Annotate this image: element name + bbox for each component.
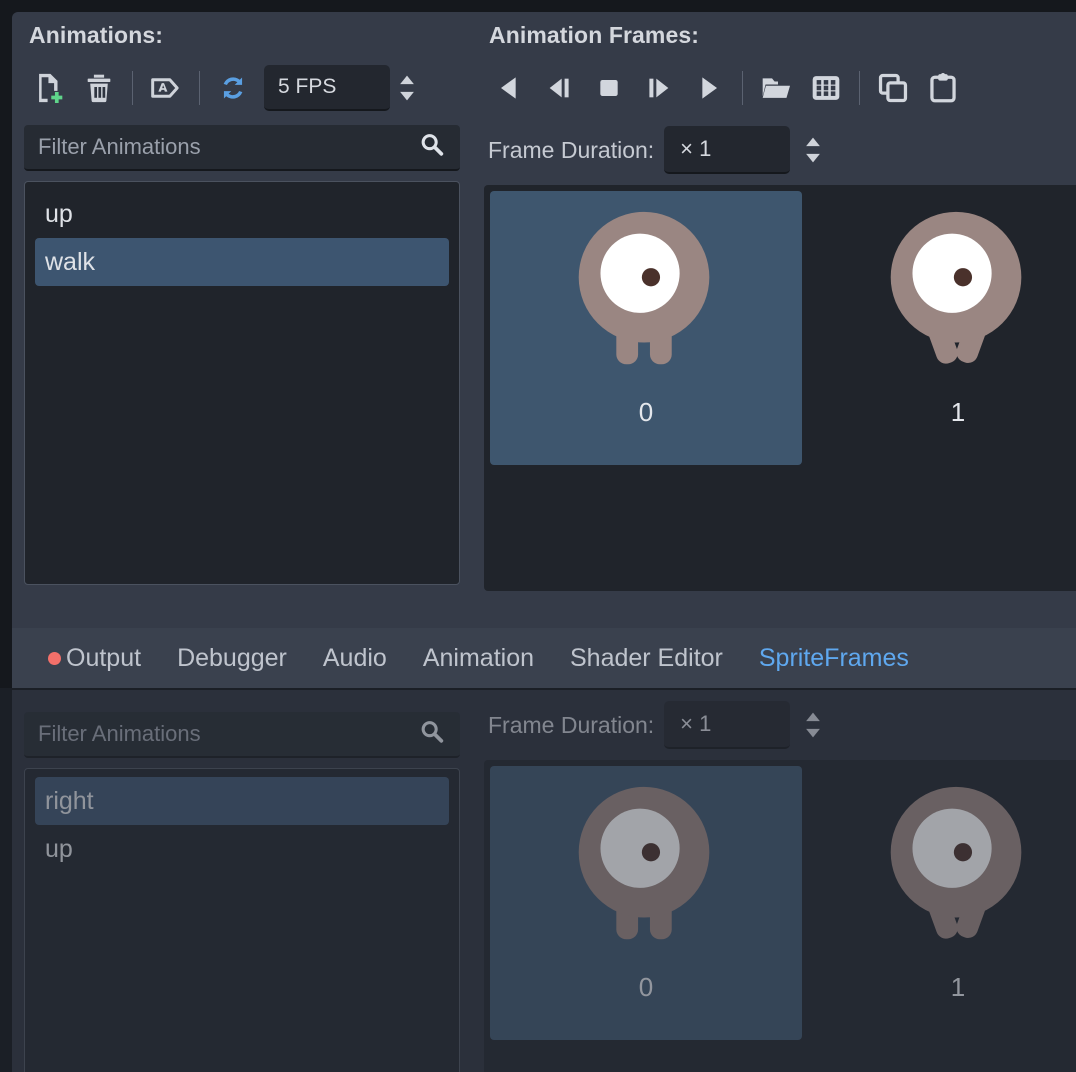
frame-index: 1 — [950, 397, 966, 427]
animation-name: right — [45, 786, 94, 815]
frames-grid[interactable]: 0 1 — [484, 185, 1076, 591]
filter-placeholder: Filter Animations — [38, 721, 201, 746]
bottom-animations-list[interactable]: right up — [24, 768, 460, 1072]
bottom-frame-duration-input[interactable]: × 1 — [664, 701, 791, 749]
bottom-dock-tabbar: Output Debugger Audio Animation Shader E… — [12, 628, 1076, 688]
frame-index: 1 — [950, 972, 966, 1002]
frame-tile[interactable]: 1 — [802, 191, 1076, 465]
animation-list-item[interactable]: up — [35, 190, 449, 238]
frame-tile-selected[interactable]: 0 — [490, 766, 802, 1040]
animations-title: Animations: — [29, 22, 163, 48]
animation-name: walk — [45, 247, 96, 276]
step-backward-icon[interactable] — [534, 66, 584, 110]
toolbar-separator — [859, 71, 860, 105]
autoplay-icon[interactable] — [141, 66, 191, 110]
tab-label: Shader Editor — [570, 643, 723, 672]
tab-audio[interactable]: Audio — [305, 628, 405, 688]
animation-list-item-selected[interactable]: walk — [35, 238, 449, 286]
toolbar-separator — [742, 71, 743, 105]
delete-animation-icon[interactable] — [74, 66, 124, 110]
animation-frames-title: Animation Frames: — [489, 22, 700, 48]
animations-filter-row: Filter Animations — [20, 125, 468, 171]
play-icon[interactable] — [684, 66, 734, 110]
frame-duration-stepper-arrows[interactable] — [800, 128, 826, 172]
frames-toolbar — [480, 63, 1076, 113]
filter-placeholder: Filter Animations — [38, 134, 201, 159]
step-forward-icon[interactable] — [634, 66, 684, 110]
tab-label: SpriteFrames — [758, 643, 909, 672]
sprite-preview — [853, 774, 1063, 970]
bottom-frames-column: Frame Duration: × 1 0 1 — [480, 700, 1076, 1072]
frame-duration-row: Frame Duration: × 1 — [480, 125, 1076, 175]
tab-label: Animation — [422, 643, 534, 672]
copy-icon[interactable] — [868, 66, 918, 110]
frame-duration-input[interactable]: × 1 — [664, 126, 791, 174]
animation-frames-column: Animation Frames: Frame Duration: × 1 0 … — [480, 22, 1076, 591]
paste-icon[interactable] — [918, 66, 968, 110]
animation-name: up — [45, 199, 73, 228]
spriteframes-editor-root: Animations: 5 FPS Filter Animations up w… — [0, 0, 1076, 1072]
bottom-frames-grid[interactable]: 0 1 — [484, 760, 1076, 1072]
tab-shader-editor[interactable]: Shader Editor — [552, 628, 741, 688]
frame-index: 0 — [638, 397, 654, 427]
animation-list-item-selected[interactable]: right — [35, 777, 449, 825]
output-indicator-dot — [48, 651, 61, 665]
toolbar-separator — [132, 71, 133, 105]
open-folder-icon[interactable] — [751, 66, 801, 110]
spriteframes-panel-active: Animations: 5 FPS Filter Animations up w… — [12, 12, 1076, 688]
tab-label: Debugger — [177, 643, 287, 672]
bottom-animations-column: Filter Animations right up — [20, 700, 468, 1072]
frame-index: 0 — [638, 972, 654, 1002]
sprite-preview — [541, 199, 751, 395]
filter-animations-input[interactable]: Filter Animations — [24, 125, 460, 171]
tab-spriteframes[interactable]: SpriteFrames — [741, 628, 927, 688]
animation-name: up — [45, 834, 73, 863]
frame-tile[interactable]: 1 — [802, 766, 1076, 1040]
bottom-filter-animations-input[interactable]: Filter Animations — [24, 712, 460, 758]
fps-input[interactable]: 5 FPS — [264, 65, 390, 111]
bottom-frame-duration-stepper-arrows[interactable] — [800, 703, 826, 747]
frame-duration-label: Frame Duration: — [488, 711, 655, 738]
tab-debugger[interactable]: Debugger — [159, 628, 305, 688]
animations-toolbar: 5 FPS — [20, 63, 468, 113]
bottom-animations-filter-row: Filter Animations — [20, 712, 468, 758]
fps-spinbox[interactable]: 5 FPS — [264, 65, 420, 111]
loop-icon[interactable] — [208, 66, 258, 110]
animations-list[interactable]: up walk — [24, 181, 460, 585]
sprite-preview — [541, 774, 751, 970]
stop-icon[interactable] — [584, 66, 634, 110]
bottom-frame-duration-row: Frame Duration: × 1 — [480, 700, 1076, 750]
new-animation-icon[interactable] — [24, 66, 74, 110]
tab-output[interactable]: Output — [30, 628, 159, 688]
tab-label: Audio — [322, 643, 387, 672]
sprite-preview — [853, 199, 1063, 395]
animation-list-item[interactable]: up — [35, 825, 449, 873]
toolbar-separator — [199, 71, 200, 105]
play-backwards-icon[interactable] — [484, 66, 534, 110]
search-icon — [418, 131, 446, 164]
frame-tile-selected[interactable]: 0 — [490, 191, 802, 465]
fps-stepper-arrows[interactable] — [394, 66, 420, 110]
animations-column: Animations: 5 FPS Filter Animations up w… — [20, 22, 468, 585]
search-icon — [418, 718, 446, 751]
frame-duration-label: Frame Duration: — [488, 136, 655, 163]
sprite-sheet-icon[interactable] — [801, 66, 851, 110]
tab-animation[interactable]: Animation — [405, 628, 552, 688]
tab-label: Output — [66, 643, 142, 672]
bottom-panel-content: Filter Animations right up Frame Duratio… — [12, 690, 1076, 1072]
